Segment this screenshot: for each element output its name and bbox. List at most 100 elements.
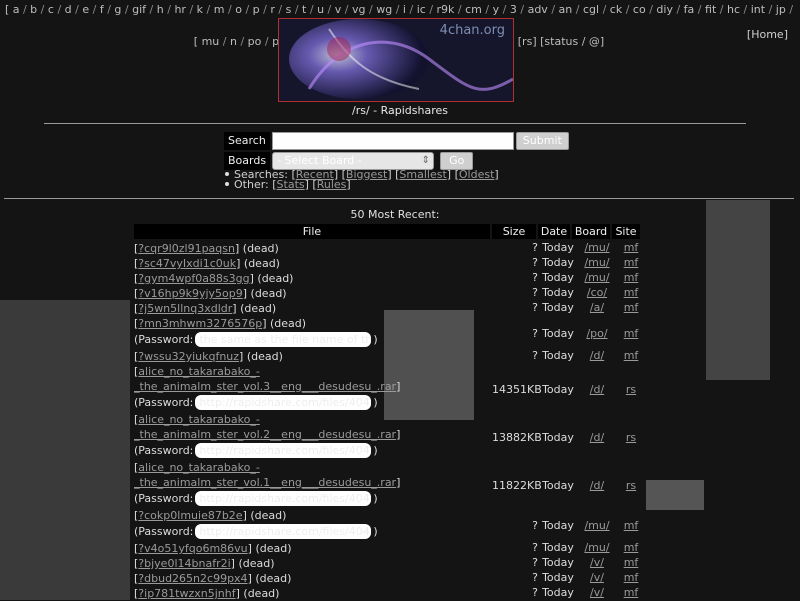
- file-link[interactable]: ?dbud265n2c99px4: [138, 572, 247, 585]
- board-link-n[interactable]: n: [227, 35, 241, 48]
- board-link-hc[interactable]: hc: [723, 3, 743, 16]
- board-link-e[interactable]: e: [79, 3, 93, 16]
- board-link[interactable]: /d/: [578, 349, 616, 362]
- board-link-i[interactable]: i: [399, 3, 409, 16]
- board-link-m[interactable]: m: [210, 3, 228, 16]
- board-link[interactable]: /v/: [578, 586, 616, 599]
- board-link[interactable]: /mu/: [578, 271, 616, 284]
- board-link-ck[interactable]: ck: [606, 3, 625, 16]
- board-link[interactable]: /mu/: [578, 541, 616, 554]
- board-link[interactable]: /co/: [578, 286, 616, 299]
- site-link[interactable]: mf: [618, 301, 644, 314]
- board-link[interactable]: /mu/: [578, 256, 616, 269]
- board-link-b[interactable]: b: [27, 3, 41, 16]
- password-field[interactable]: http://rapidshare.com/files/40427: [195, 524, 372, 539]
- file-link[interactable]: ?j5wn5llnq3xdldr: [138, 302, 232, 315]
- file-link[interactable]: ?wssu32yiukqfnuz: [138, 350, 239, 363]
- site-link[interactable]: mf: [618, 271, 644, 284]
- board-link[interactable]: /v/: [578, 556, 616, 569]
- rules-link[interactable]: Rules: [317, 178, 347, 191]
- board-link-co[interactable]: co: [629, 3, 649, 16]
- file-link[interactable]: ?cokp0lmuie87b2e: [138, 509, 242, 522]
- board-link[interactable]: /d/: [578, 479, 616, 492]
- board-link-adv[interactable]: adv: [524, 3, 551, 16]
- board-link-d[interactable]: d: [61, 3, 75, 16]
- board-link-int[interactable]: int: [747, 3, 768, 16]
- board-link[interactable]: /mu/: [578, 519, 616, 532]
- board-link-cm[interactable]: cm: [462, 3, 486, 16]
- file-link[interactable]: ?sc47vyIxdi1c0uk: [138, 257, 236, 270]
- board-link-gif[interactable]: gif: [129, 3, 150, 16]
- search-input[interactable]: [271, 132, 514, 150]
- board-link-r[interactable]: r: [267, 3, 279, 16]
- site-link[interactable]: mf: [618, 541, 644, 554]
- board-link-fit[interactable]: fit: [702, 3, 720, 16]
- board-link-g[interactable]: g: [111, 3, 125, 16]
- site-link[interactable]: mf: [618, 256, 644, 269]
- board-link-diy[interactable]: diy: [653, 3, 677, 16]
- search-smallest-link[interactable]: Smallest: [399, 168, 446, 181]
- board-link-vg[interactable]: vg: [349, 3, 370, 16]
- site-link[interactable]: mf: [618, 349, 644, 362]
- site-link[interactable]: mf: [618, 327, 644, 340]
- site-link[interactable]: rs: [618, 383, 644, 396]
- board-link-k[interactable]: k: [193, 3, 206, 16]
- password-field[interactable]: http://rapidshare.com/files/40427: [195, 443, 372, 458]
- board-link[interactable]: /d/: [578, 431, 616, 444]
- board-link-o[interactable]: o: [232, 3, 246, 16]
- file-link[interactable]: ?mn3mhwm3276576p: [138, 317, 262, 330]
- board-link-hr[interactable]: hr: [171, 3, 190, 16]
- site-link[interactable]: rs: [618, 479, 644, 492]
- file-link[interactable]: alice_no_takarabako_-: [138, 365, 260, 378]
- home-link[interactable]: Home: [751, 28, 783, 41]
- file-link[interactable]: _the_animalm_ster_vol.3__eng___desudesu_…: [134, 380, 396, 393]
- board-link[interactable]: /v/: [578, 571, 616, 584]
- board-link-ic[interactable]: ic: [413, 3, 429, 16]
- site-link[interactable]: mf: [618, 571, 644, 584]
- site-link[interactable]: mf: [618, 586, 644, 599]
- board-link-an[interactable]: an: [555, 3, 576, 16]
- site-link[interactable]: mf: [618, 556, 644, 569]
- board-link-po[interactable]: po: [244, 35, 265, 48]
- board-link-3[interactable]: 3: [506, 3, 520, 16]
- board-link-r9k[interactable]: r9k: [433, 3, 458, 16]
- site-link[interactable]: mf: [618, 286, 644, 299]
- file-link[interactable]: ?ip781twzxn5jnhf: [138, 587, 235, 600]
- board-link[interactable]: /po/: [578, 327, 616, 340]
- nav-link-status[interactable]: status / @: [544, 35, 600, 48]
- search-biggest-link[interactable]: Biggest: [346, 168, 387, 181]
- board-link-p[interactable]: p: [249, 3, 263, 16]
- board-link-a[interactable]: a: [9, 3, 23, 16]
- board-link-f[interactable]: f: [96, 3, 107, 16]
- file-link[interactable]: _the_animalm_ster_vol.2__eng___desudesu_…: [134, 428, 396, 441]
- stats-link[interactable]: Stats: [277, 178, 305, 191]
- submit-button[interactable]: Submit: [515, 132, 569, 150]
- board-link-fa[interactable]: fa: [680, 3, 698, 16]
- board-link-h[interactable]: h: [153, 3, 167, 16]
- file-link[interactable]: alice_no_takarabako_-: [138, 461, 260, 474]
- board-link-u[interactable]: u: [314, 3, 328, 16]
- site-link[interactable]: mf: [618, 519, 644, 532]
- file-link[interactable]: _the_animalm_ster_vol.1__eng___desudesu_…: [134, 476, 396, 489]
- file-link[interactable]: ?cqr9l0zl91paqsn: [138, 242, 235, 255]
- search-oldest-link[interactable]: Oldest: [459, 168, 495, 181]
- password-field[interactable]: http://rapidshare.com/files/40427: [195, 395, 372, 410]
- board-link-s[interactable]: s: [282, 3, 295, 16]
- file-link[interactable]: ?bjye0l14bnafr2i: [138, 557, 230, 570]
- board-link[interactable]: /mu/: [578, 241, 616, 254]
- password-field[interactable]: http://rapidshare.com/files/40427: [195, 491, 372, 506]
- password-field[interactable]: the same as the file name of the: [195, 332, 372, 347]
- board-link-t[interactable]: t: [299, 3, 310, 16]
- nav-link-rs[interactable]: rs: [522, 35, 532, 48]
- site-link[interactable]: mf: [618, 241, 644, 254]
- board-link-mu[interactable]: mu: [198, 35, 223, 48]
- board-link-y[interactable]: y: [489, 3, 503, 16]
- board-link-jp[interactable]: jp: [772, 3, 789, 16]
- site-link[interactable]: rs: [618, 431, 644, 444]
- board-link-wg[interactable]: wg: [373, 3, 396, 16]
- file-link[interactable]: ?v4o51yfqo6m86vu: [138, 542, 247, 555]
- board-link-c[interactable]: c: [44, 3, 57, 16]
- board-link-cgl[interactable]: cgl: [579, 3, 602, 16]
- board-link[interactable]: /a/: [578, 301, 616, 314]
- board-link-v[interactable]: v: [331, 3, 345, 16]
